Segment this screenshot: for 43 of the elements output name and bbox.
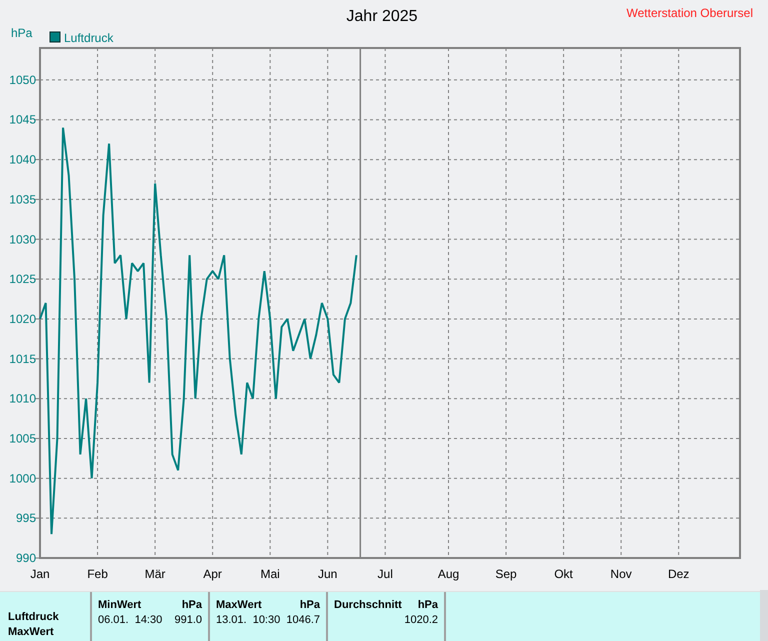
column-heading: MaxWert: [216, 598, 262, 612]
x-tick-label: Dez: [668, 567, 690, 581]
row-label: MaxWert: [8, 625, 55, 639]
row-label: Luftdruck: [8, 610, 60, 624]
x-tick-label: Mär: [144, 567, 166, 581]
y-tick-label: 1045: [9, 112, 36, 127]
y-tick-label: 990: [16, 551, 36, 565]
y-tick-label: 1035: [9, 192, 36, 206]
y-tick-label: 1050: [9, 72, 36, 87]
axis-unit: hPa: [11, 26, 32, 40]
y-tick-label: 1010: [9, 392, 36, 406]
x-tick-label: Nov: [610, 567, 632, 581]
y-tick-label: 1000: [9, 471, 36, 486]
x-tick-label: Jul: [378, 567, 393, 581]
x-tick-label: Feb: [87, 567, 108, 581]
x-tick-label: Sep: [495, 567, 517, 581]
scrollbar-track[interactable]: [760, 590, 768, 641]
unit-label: hPa: [300, 598, 320, 612]
x-tick-label: Apr: [203, 567, 222, 581]
chart-title: Jahr 2025: [346, 8, 418, 25]
x-tick-label: Aug: [438, 567, 460, 581]
x-tick-label: Jan: [30, 567, 50, 581]
column-heading: MinWert: [98, 598, 142, 612]
y-tick-label: 995: [16, 511, 36, 526]
y-tick-label: 1030: [9, 232, 36, 246]
unit-label: hPa: [182, 598, 202, 612]
legend-label: Luftdruck: [64, 31, 114, 45]
y-tick-label: 1005: [9, 431, 36, 446]
x-tick-label: Mai: [260, 567, 280, 581]
value-cell: 1020.2: [404, 613, 438, 627]
unit-label: hPa: [418, 598, 438, 612]
y-tick-label: 1040: [9, 152, 36, 167]
value-cell: 1046.7: [286, 613, 320, 627]
column-heading: Durchschnitt: [334, 598, 402, 612]
y-tick-label: 1015: [9, 352, 36, 366]
x-tick-label: Jun: [318, 567, 338, 581]
y-tick-label: 1025: [9, 272, 36, 286]
y-tick-label: 1020: [9, 312, 36, 326]
x-tick-label: Okt: [554, 567, 573, 581]
station-name: Wetterstation Oberursel: [626, 6, 753, 20]
timestamp: 13.01. 10:30: [216, 613, 280, 627]
value-cell: 991.0: [174, 613, 202, 627]
timestamp: 06.01. 14:30: [98, 613, 162, 627]
